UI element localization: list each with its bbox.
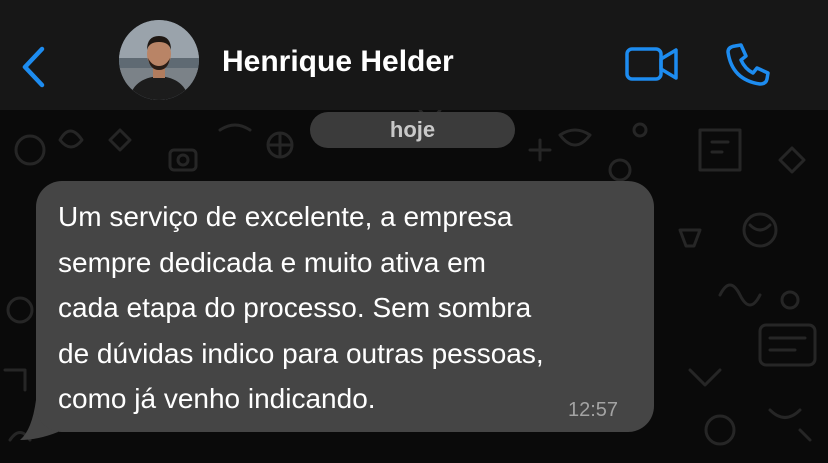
message-timestamp: 12:57 — [568, 399, 619, 421]
date-separator: hoje — [310, 112, 515, 148]
back-chevron-icon[interactable] — [18, 44, 48, 90]
message-text: Um serviço de excelente, a empresa sempr… — [58, 194, 658, 422]
message-line: Um serviço de excelente, a empresa — [58, 201, 513, 232]
message-line: de dúvidas indico para outras pessoas, — [58, 337, 544, 369]
avatar[interactable] — [119, 20, 199, 100]
phone-icon[interactable] — [724, 40, 772, 88]
chat-header: Henrique Helder — [0, 0, 828, 110]
contact-name[interactable]: Henrique Helder — [222, 44, 454, 80]
message-line: sempre dedicada e muito ativa em — [58, 246, 486, 278]
video-camera-icon[interactable] — [624, 44, 680, 84]
message-line: cada etapa do processo. Sem sombra — [58, 292, 532, 323]
